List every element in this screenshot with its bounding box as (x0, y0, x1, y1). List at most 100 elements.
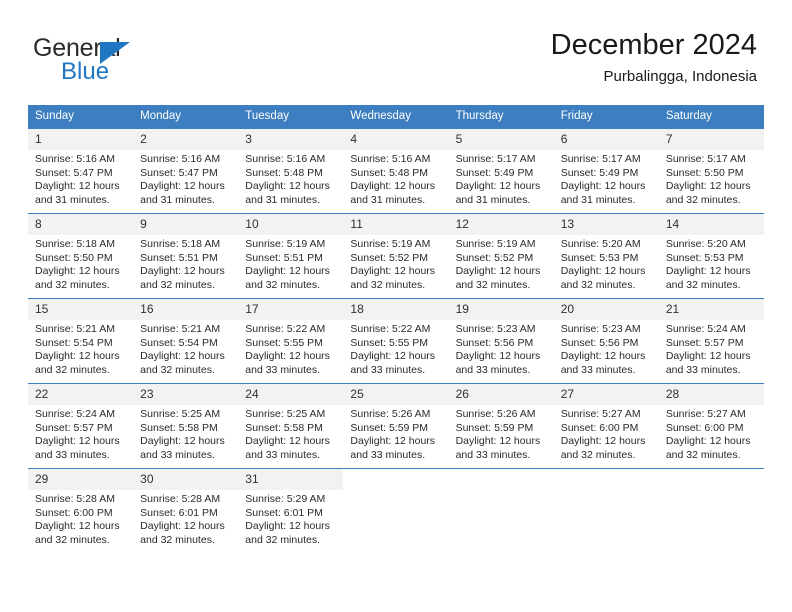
day-cell[interactable]: 18 Sunrise: 5:22 AM Sunset: 5:55 PM Dayl… (343, 298, 449, 384)
brand-logo[interactable]: General Blue (33, 34, 263, 86)
day-cell-empty (448, 468, 554, 553)
sunset-text: Sunset: 5:47 PM (140, 166, 218, 179)
brand-name-blue: Blue (61, 58, 110, 85)
sunset-text: Sunset: 5:56 PM (560, 336, 639, 349)
day-cell[interactable]: 31 Sunrise: 5:29 AM Sunset: 6:01 PM Dayl… (238, 468, 344, 553)
day-cell[interactable]: 3 Sunrise: 5:16 AM Sunset: 5:48 PM Dayli… (238, 128, 344, 214)
day-cell[interactable]: 26 Sunrise: 5:26 AM Sunset: 5:59 PM Dayl… (448, 383, 554, 469)
day-number (343, 469, 448, 490)
day-number: 11 (343, 214, 449, 235)
day-cell[interactable]: 10 Sunrise: 5:19 AM Sunset: 5:51 PM Dayl… (238, 213, 344, 299)
day-cell[interactable]: 14 Sunrise: 5:20 AM Sunset: 5:53 PM Dayl… (658, 213, 764, 299)
day-number: 9 (133, 214, 239, 235)
day-cell[interactable]: 15 Sunrise: 5:21 AM Sunset: 5:54 PM Dayl… (28, 298, 134, 384)
day-cell[interactable]: 9 Sunrise: 5:18 AM Sunset: 5:51 PM Dayli… (133, 213, 239, 299)
day-cell[interactable]: 11 Sunrise: 5:19 AM Sunset: 5:52 PM Dayl… (343, 213, 449, 299)
sunset-text: Sunset: 5:57 PM (665, 336, 744, 349)
daylight-text: Daylight: 12 hours and 32 minutes. (560, 435, 646, 461)
day-cell[interactable]: 12 Sunrise: 5:19 AM Sunset: 5:52 PM Dayl… (448, 213, 554, 299)
sunrise-text: Sunrise: 5:26 AM (350, 408, 431, 420)
day-number: 14 (658, 214, 764, 235)
day-cell[interactable]: 29 Sunrise: 5:28 AM Sunset: 6:00 PM Dayl… (28, 468, 134, 553)
daylight-text: Daylight: 12 hours and 32 minutes. (245, 520, 330, 546)
day-number (659, 469, 764, 490)
sunset-text: Sunset: 5:51 PM (140, 251, 218, 264)
sunset-text: Sunset: 6:00 PM (665, 421, 744, 434)
sunset-text: Sunset: 5:52 PM (455, 251, 534, 264)
day-cell[interactable]: 5 Sunrise: 5:17 AM Sunset: 5:49 PM Dayli… (448, 128, 554, 214)
day-cell[interactable]: 4 Sunrise: 5:16 AM Sunset: 5:48 PM Dayli… (343, 128, 449, 214)
daylight-text: Daylight: 12 hours and 32 minutes. (35, 350, 120, 376)
day-cell[interactable]: 28 Sunrise: 5:27 AM Sunset: 6:00 PM Dayl… (658, 383, 764, 469)
day-details: Sunrise: 5:26 AM Sunset: 5:59 PM Dayligh… (343, 405, 448, 462)
day-number: 13 (553, 214, 659, 235)
sunrise-text: Sunrise: 5:16 AM (140, 153, 221, 165)
sunset-text: Sunset: 5:52 PM (350, 251, 429, 264)
sunrise-text: Sunrise: 5:18 AM (35, 238, 115, 250)
day-cell[interactable]: 22 Sunrise: 5:24 AM Sunset: 5:57 PM Dayl… (28, 383, 134, 469)
day-details: Sunrise: 5:24 AM Sunset: 5:57 PM Dayligh… (28, 405, 133, 462)
day-number: 28 (658, 384, 764, 405)
day-cell[interactable]: 25 Sunrise: 5:26 AM Sunset: 5:59 PM Dayl… (343, 383, 449, 469)
sunrise-text: Sunrise: 5:19 AM (455, 238, 536, 250)
day-cell[interactable]: 1 Sunrise: 5:16 AM Sunset: 5:47 PM Dayli… (28, 128, 134, 214)
sunset-text: Sunset: 6:01 PM (245, 506, 323, 519)
day-details: Sunrise: 5:27 AM Sunset: 6:00 PM Dayligh… (554, 405, 659, 462)
day-cell[interactable]: 20 Sunrise: 5:23 AM Sunset: 5:56 PM Dayl… (553, 298, 659, 384)
calendar-header-row: Sunday Monday Tuesday Wednesday Thursday… (28, 105, 764, 129)
day-cell[interactable]: 13 Sunrise: 5:20 AM Sunset: 5:53 PM Dayl… (553, 213, 659, 299)
day-cell[interactable]: 17 Sunrise: 5:22 AM Sunset: 5:55 PM Dayl… (238, 298, 344, 384)
day-number (554, 469, 659, 490)
sunset-text: Sunset: 5:48 PM (245, 166, 323, 179)
calendar-week-row: 29 Sunrise: 5:28 AM Sunset: 6:00 PM Dayl… (28, 468, 764, 553)
sunrise-text: Sunrise: 5:16 AM (350, 153, 431, 165)
day-cell[interactable]: 16 Sunrise: 5:21 AM Sunset: 5:54 PM Dayl… (133, 298, 239, 384)
day-cell[interactable]: 30 Sunrise: 5:28 AM Sunset: 6:01 PM Dayl… (133, 468, 239, 553)
day-cell[interactable]: 21 Sunrise: 5:24 AM Sunset: 5:57 PM Dayl… (658, 298, 764, 384)
daylight-text: Daylight: 12 hours and 31 minutes. (455, 180, 541, 206)
sunset-text: Sunset: 5:53 PM (665, 251, 744, 264)
day-cell[interactable]: 6 Sunrise: 5:17 AM Sunset: 5:49 PM Dayli… (553, 128, 659, 214)
sunrise-text: Sunrise: 5:22 AM (245, 323, 326, 335)
day-details: Sunrise: 5:20 AM Sunset: 5:53 PM Dayligh… (554, 235, 659, 292)
sunset-text: Sunset: 5:58 PM (245, 421, 323, 434)
day-cell[interactable]: 27 Sunrise: 5:27 AM Sunset: 6:00 PM Dayl… (553, 383, 659, 469)
day-number: 29 (28, 469, 134, 490)
day-number: 21 (658, 299, 764, 320)
day-number: 12 (448, 214, 554, 235)
day-cell[interactable]: 24 Sunrise: 5:25 AM Sunset: 5:58 PM Dayl… (238, 383, 344, 469)
sunset-text: Sunset: 5:54 PM (140, 336, 218, 349)
day-details: Sunrise: 5:26 AM Sunset: 5:59 PM Dayligh… (449, 405, 554, 462)
day-number: 22 (28, 384, 134, 405)
sunrise-text: Sunrise: 5:18 AM (140, 238, 221, 250)
sunset-text: Sunset: 5:49 PM (560, 166, 639, 179)
day-cell[interactable]: 23 Sunrise: 5:25 AM Sunset: 5:58 PM Dayl… (133, 383, 239, 469)
sunrise-text: Sunrise: 5:28 AM (35, 493, 115, 505)
sunrise-text: Sunrise: 5:23 AM (560, 323, 641, 335)
sunrise-text: Sunrise: 5:19 AM (350, 238, 431, 250)
day-cell[interactable]: 2 Sunrise: 5:16 AM Sunset: 5:47 PM Dayli… (133, 128, 239, 214)
sunset-text: Sunset: 5:59 PM (350, 421, 429, 434)
sunrise-text: Sunrise: 5:23 AM (455, 323, 536, 335)
daylight-text: Daylight: 12 hours and 33 minutes. (35, 435, 120, 461)
weekday-header-friday: Friday (553, 105, 659, 129)
daylight-text: Daylight: 12 hours and 32 minutes. (245, 265, 330, 291)
day-cell[interactable]: 8 Sunrise: 5:18 AM Sunset: 5:50 PM Dayli… (28, 213, 134, 299)
day-details: Sunrise: 5:16 AM Sunset: 5:47 PM Dayligh… (133, 150, 238, 207)
day-details: Sunrise: 5:23 AM Sunset: 5:56 PM Dayligh… (554, 320, 659, 377)
day-cell[interactable]: 7 Sunrise: 5:17 AM Sunset: 5:50 PM Dayli… (658, 128, 764, 214)
day-details: Sunrise: 5:23 AM Sunset: 5:56 PM Dayligh… (449, 320, 554, 377)
daylight-text: Daylight: 12 hours and 32 minutes. (35, 265, 120, 291)
day-cell[interactable]: 19 Sunrise: 5:23 AM Sunset: 5:56 PM Dayl… (448, 298, 554, 384)
daylight-text: Daylight: 12 hours and 31 minutes. (350, 180, 436, 206)
page-subtitle: Purbalingga, Indonesia (603, 68, 757, 85)
day-cell-empty (553, 468, 659, 553)
sunset-text: Sunset: 6:00 PM (560, 421, 639, 434)
day-details: Sunrise: 5:29 AM Sunset: 6:01 PM Dayligh… (238, 490, 343, 547)
weekday-header-monday: Monday (133, 105, 239, 129)
sunrise-text: Sunrise: 5:25 AM (140, 408, 221, 420)
weekday-header-sunday: Sunday (28, 105, 134, 129)
calendar-table: Sunday Monday Tuesday Wednesday Thursday… (28, 105, 764, 553)
day-number: 17 (238, 299, 344, 320)
sunrise-text: Sunrise: 5:16 AM (35, 153, 115, 165)
